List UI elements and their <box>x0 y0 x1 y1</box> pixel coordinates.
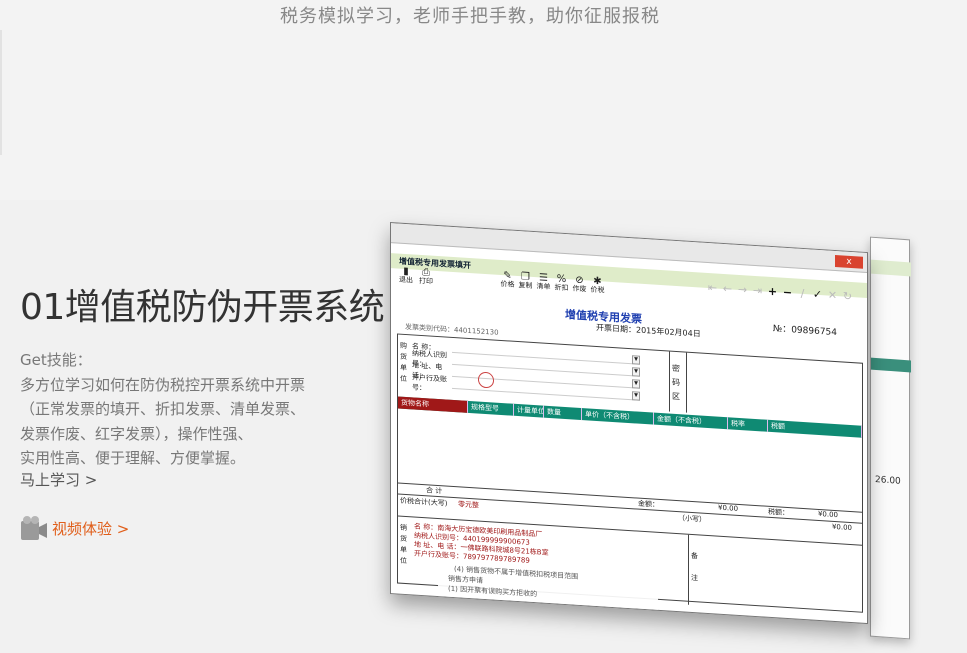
exit-label: 退出 <box>399 275 413 285</box>
skills-line: 发票作废、红字发票），操作性强、 <box>20 424 253 443</box>
grand-label: 价税合计(大写) <box>400 496 448 508</box>
background-window: 26.00 <box>870 236 911 640</box>
skills-block: Get技能： 多方位学习如何在防伪税控开票系统中开票 （正常发票的填开、折扣发票… <box>20 348 340 471</box>
list-button[interactable]: ☰ 清单 <box>535 272 552 292</box>
dropdown-icon[interactable]: ▼ <box>632 379 640 389</box>
discount-label: 折扣 <box>554 283 569 293</box>
copy-button[interactable]: ❐ 复制 <box>517 271 534 290</box>
background-window-titlebar <box>871 259 911 277</box>
last-icon[interactable]: ⇥ <box>752 284 763 298</box>
column-header: 税率 <box>728 417 768 432</box>
left-toolbar: ▮ 退出 ⎙ 打印 <box>397 266 435 286</box>
skills-label: Get技能： <box>20 351 92 369</box>
note-area[interactable]: 备注 <box>688 534 862 616</box>
password-area-label: 密码区 <box>672 363 680 402</box>
invoice-window-screenshot: x 增值税专用发票填开 ▮ 退出 ⎙ 打印 ✎ 价格 ❐ 复制 ☰ 清单 % 折扣 ⊘ 作废 … <box>390 222 868 625</box>
column-header: 规格型号 <box>468 400 514 416</box>
price-label: 价格 <box>500 279 515 289</box>
void-label: 作废 <box>572 284 587 294</box>
cursor-highlight-icon <box>478 371 494 389</box>
edit-icon[interactable]: ∕ <box>797 287 808 301</box>
next-icon[interactable]: → <box>737 283 748 297</box>
video-link[interactable]: 视频体验 > <box>20 515 129 541</box>
divider <box>0 30 2 155</box>
tax-label: 价税 <box>590 285 605 295</box>
invoice-date: 开票日期：2015年02月04日 <box>596 322 701 339</box>
buyer-bank-label: 开户行及账号： <box>412 373 447 393</box>
cancel-icon[interactable]: ✕ <box>827 288 838 303</box>
column-header: 货物名称 <box>398 396 468 413</box>
add-icon[interactable]: + <box>767 285 778 299</box>
invoice-form: 购货单位 名 称： ▼ 纳税人识别号： ▼ 地 址、电 话： ▼ 开户行及账号： ▼ 密… <box>397 333 863 625</box>
background-window-value: 26.00 <box>875 474 901 487</box>
buyer-side-label: 购货单位 <box>400 341 407 384</box>
print-label: 打印 <box>419 276 433 286</box>
remove-icon[interactable]: − <box>782 286 793 300</box>
skills-line: 多方位学习如何在防伪税控开票系统中开票 <box>20 375 306 394</box>
list-label: 清单 <box>536 282 551 292</box>
seller-side-label: 销货单位 <box>400 523 407 566</box>
top-banner <box>0 0 967 200</box>
dropdown-icon[interactable]: ▼ <box>632 391 640 401</box>
dropdown-icon[interactable]: ▼ <box>632 367 640 377</box>
column-header: 金额（不含税） <box>654 412 728 430</box>
feature-title: 01增值税防伪开票系统 <box>20 287 385 328</box>
invoice-number: №：09896754 <box>772 324 837 339</box>
confirm-icon[interactable]: ✓ <box>812 288 823 302</box>
refresh-icon[interactable]: ↻ <box>842 289 853 303</box>
exit-button[interactable]: ▮ 退出 <box>397 266 415 285</box>
column-header: 单价（不含税） <box>582 408 654 425</box>
prev-icon[interactable]: ← <box>722 282 733 296</box>
video-label: 视频体验 > <box>52 519 130 538</box>
copy-label: 复制 <box>518 281 533 290</box>
slogan: 税务模拟学习，老师手把手教，助你征服报税 <box>280 6 660 27</box>
void-button[interactable]: ⊘ 作废 <box>571 275 588 294</box>
small-label: （小写） <box>678 514 706 524</box>
red-invoice-popup: (4) 销售货物不属于增值税扣税项目范围 销售方申请 (1) 因开票有误购买方拒… <box>438 563 658 625</box>
grand-small: ¥0.00 <box>831 522 852 533</box>
print-button[interactable]: ⎙ 打印 <box>417 267 435 286</box>
note-label: 备注 <box>691 551 698 583</box>
skills-line: （正常发票的填开、折扣发票、清单发票、 <box>20 400 306 418</box>
dropdown-icon[interactable]: ▼ <box>632 355 640 365</box>
price-button[interactable]: ✎ 价格 <box>499 270 516 289</box>
close-button[interactable]: x <box>835 254 863 269</box>
film-reel-icon <box>20 515 48 541</box>
seller-section: 销货单位 名 称：南海大历宝德欧美印刷用品制品厂 纳税人识别号：44019999… <box>398 515 862 625</box>
discount-button[interactable]: % 折扣 <box>553 273 570 293</box>
column-header: 数量 <box>544 405 582 421</box>
skills-line: 实用性高、便于理解、方便掌握。 <box>20 449 246 467</box>
learn-now-link[interactable]: 马上学习 > <box>20 469 97 490</box>
tax-button[interactable]: ✱ 价税 <box>589 276 606 295</box>
password-area <box>686 352 862 424</box>
grand-value: 零元整 <box>458 500 479 510</box>
background-window-table-header <box>871 357 911 373</box>
column-header: 计量单位 <box>514 403 544 418</box>
first-icon[interactable]: ⇤ <box>707 281 718 295</box>
